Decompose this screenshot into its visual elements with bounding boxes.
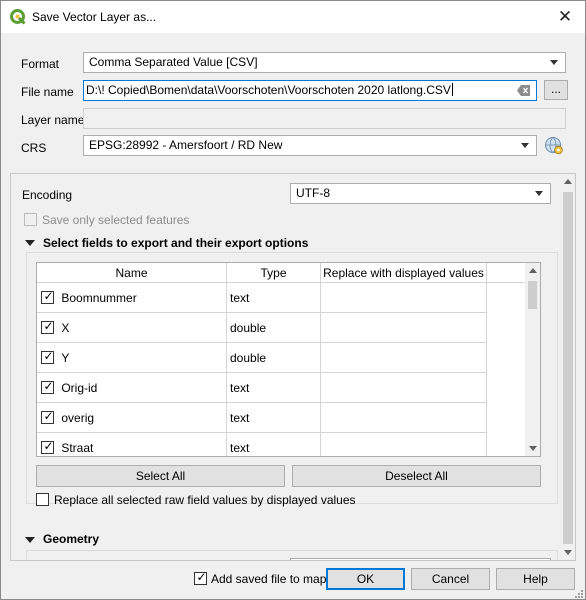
crs-label: CRS [21,141,47,155]
geometry-section-title[interactable]: Geometry [43,532,99,546]
field-type: text [227,283,321,313]
field-type: text [227,403,321,433]
field-replace-cell[interactable] [321,313,487,343]
crs-combo[interactable]: EPSG:28992 - Amersfoort / RD New [83,135,537,156]
field-name: Orig-id [61,381,98,395]
field-name: Straat [61,441,94,455]
table-scroll-thumb[interactable] [528,281,537,309]
replace-all-label: Replace all selected raw field values by… [54,493,356,507]
options-scroll-thumb[interactable] [563,192,573,544]
table-row[interactable]: ✓ Boomnummer text [37,283,487,313]
table-row[interactable]: ✓ X double [37,313,487,343]
format-value: Comma Separated Value [CSV] [89,55,258,69]
encoding-value: UTF-8 [296,186,330,200]
deselect-all-button[interactable]: Deselect All [292,465,541,487]
field-name: overig [61,411,95,425]
format-combo[interactable]: Comma Separated Value [CSV] [83,52,566,73]
field-checkbox[interactable]: ✓ [41,409,54,424]
scroll-down-icon[interactable] [528,446,537,451]
replace-all-checkbox[interactable] [36,493,49,506]
browse-button[interactable]: ... [544,80,568,100]
table-header: Name Type Replace with displayed values [37,263,525,283]
save-selected-checkbox[interactable] [24,213,37,226]
scroll-up-icon[interactable] [528,268,537,273]
table-scrollbar[interactable] [525,263,540,456]
table-row[interactable]: ✓ Straat text [37,433,487,456]
table-row[interactable]: ✓ Y double [37,343,487,373]
column-header-name[interactable]: Name [37,263,227,283]
save-vector-layer-dialog: Save Vector Layer as... ✕ Format Comma S… [0,0,586,600]
options-scroll-area[interactable]: Encoding UTF-8 Save only selected featur… [10,173,576,561]
resize-grip-icon[interactable] [574,589,584,599]
collapse-triangle-icon[interactable] [25,537,35,543]
column-header-type[interactable]: Type [227,263,321,283]
crs-globe-icon [545,137,563,155]
chevron-down-icon [521,143,529,148]
cancel-button[interactable]: Cancel [411,568,490,590]
field-replace-cell[interactable] [321,373,487,403]
table-row[interactable]: ✓ Orig-id text [37,373,487,403]
select-all-button[interactable]: Select All [36,465,285,487]
layername-label: Layer name [21,113,85,127]
layername-input[interactable] [83,108,566,129]
field-name: Boomnummer [61,291,137,305]
options-scrollbar[interactable] [560,174,575,560]
field-replace-cell[interactable] [321,343,487,373]
help-button[interactable]: Help [496,568,575,590]
collapse-triangle-icon[interactable] [25,240,35,246]
qgis-icon [10,9,26,25]
table-row[interactable]: ✓ overig text [37,403,487,433]
field-checkbox[interactable]: ✓ [41,439,54,454]
fields-section-title[interactable]: Select fields to export and their export… [43,236,308,250]
filename-label: File name [21,85,74,99]
chevron-down-icon [535,191,543,196]
field-type: text [227,373,321,403]
field-type: double [227,343,321,373]
field-type: text [227,433,321,456]
crs-value: EPSG:28992 - Amersfoort / RD New [89,138,283,152]
field-checkbox[interactable]: ✓ [41,289,54,304]
add-saved-label: Add saved file to map [211,572,327,586]
chevron-down-icon [550,60,558,65]
title-bar: Save Vector Layer as... ✕ [1,1,585,33]
field-checkbox[interactable]: ✓ [41,349,54,364]
fields-group: Name Type Replace with displayed values … [26,252,558,507]
close-icon: ✕ [557,7,573,26]
field-replace-cell[interactable] [321,433,487,456]
fields-table: Name Type Replace with displayed values … [36,262,541,457]
ok-button[interactable]: OK [326,568,405,590]
filename-value: D:\! Copied\Bomen\data\Voorschoten\Voors… [86,83,451,97]
field-replace-cell[interactable] [321,403,487,433]
add-saved-checkbox[interactable]: ✓ [194,570,207,585]
clear-text-icon[interactable] [517,85,530,96]
filename-input[interactable]: D:\! Copied\Bomen\data\Voorschoten\Voors… [83,80,537,101]
field-checkbox[interactable]: ✓ [41,379,54,394]
scroll-up-icon[interactable] [564,179,572,184]
field-name: Y [61,351,70,365]
geometry-combo-partial[interactable] [290,558,551,560]
format-label: Format [21,57,60,71]
field-name: X [61,321,70,335]
crs-select-button[interactable] [542,135,566,157]
field-checkbox[interactable]: ✓ [41,319,54,334]
encoding-label: Encoding [22,188,73,202]
column-header-replace[interactable]: Replace with displayed values [321,263,487,283]
save-selected-label: Save only selected features [42,213,190,227]
window-title: Save Vector Layer as... [32,10,157,24]
close-button[interactable]: ✕ [550,5,580,29]
field-type: double [227,313,321,343]
field-replace-cell[interactable] [321,283,487,313]
encoding-combo[interactable]: UTF-8 [290,183,551,204]
scroll-down-icon[interactable] [564,550,572,555]
